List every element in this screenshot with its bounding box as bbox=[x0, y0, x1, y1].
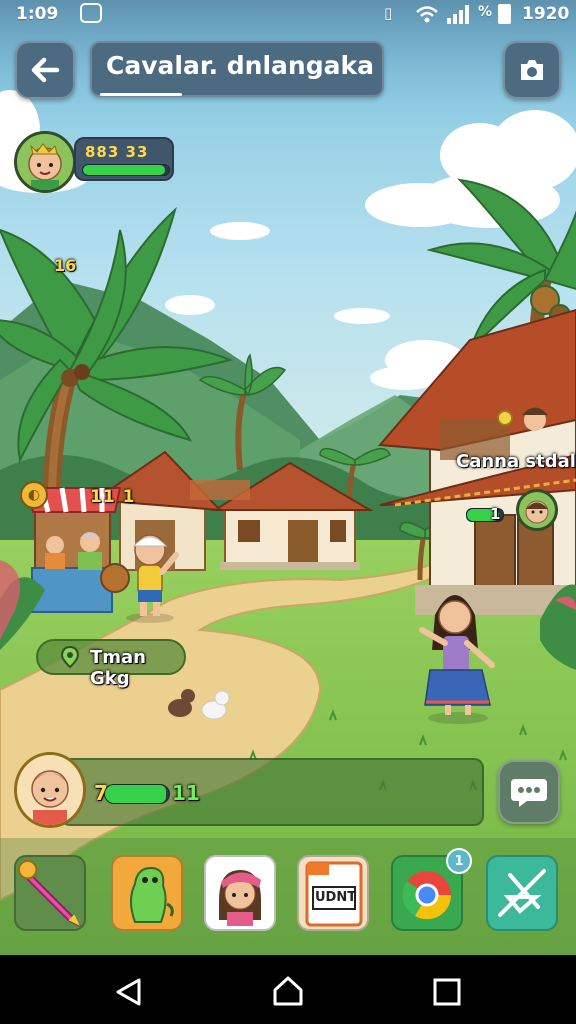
player-avatar[interactable] bbox=[14, 131, 76, 193]
xp-bar bbox=[104, 784, 170, 804]
dock-green-dino[interactable] bbox=[111, 855, 183, 931]
dino-icon bbox=[130, 866, 174, 923]
npc-face-icon bbox=[525, 500, 549, 524]
battery-percent: 1920 bbox=[522, 4, 570, 24]
camera-icon bbox=[521, 60, 543, 80]
dock-pen-tool[interactable] bbox=[14, 855, 86, 931]
title-progress-underline bbox=[100, 93, 182, 96]
arrow-left-icon bbox=[31, 57, 60, 83]
system-nav-bar bbox=[0, 955, 576, 1024]
dock-document-app[interactable]: UDNT bbox=[297, 855, 369, 931]
dock-girl-avatar[interactable] bbox=[204, 855, 276, 931]
player-health-fill bbox=[83, 165, 165, 175]
page-title: Cavalar. dnlangaka bbox=[90, 41, 384, 97]
vibrate-icon: ▯ bbox=[384, 4, 393, 22]
player-health-bar bbox=[82, 164, 170, 176]
tree-badge: 16 bbox=[54, 256, 77, 275]
battery-icon bbox=[498, 4, 511, 24]
browser-badge: 1 bbox=[446, 848, 472, 874]
bottom-player-avatar[interactable] bbox=[14, 752, 86, 828]
data-icon: % bbox=[478, 4, 493, 20]
stall-count: 11 1 bbox=[90, 487, 136, 507]
xp-bar-fill bbox=[105, 785, 166, 803]
dock-map-app[interactable] bbox=[486, 855, 558, 931]
girl-icon bbox=[219, 870, 261, 926]
chat-bubble-icon bbox=[511, 779, 547, 807]
nav-recents-icon[interactable] bbox=[432, 977, 462, 1007]
location-pin-icon bbox=[60, 645, 80, 669]
boy-portrait-icon bbox=[17, 755, 83, 825]
house-npc-name: Canna stdal bbox=[456, 451, 576, 472]
path-label: Tman Gkg bbox=[90, 647, 146, 689]
player-stats-card: 883 33 10 bbox=[74, 137, 174, 181]
house-npc-avatar[interactable] bbox=[516, 489, 558, 531]
level-right: 11 bbox=[172, 781, 200, 805]
boy-face-icon bbox=[17, 134, 73, 190]
house-npc-bar-value: 1 bbox=[490, 505, 501, 523]
status-bar: 1:09 ▯ % 1920 bbox=[0, 0, 576, 30]
status-time: 1:09 bbox=[16, 4, 59, 24]
camera-button[interactable] bbox=[503, 41, 561, 99]
path-label-card[interactable]: Tman Gkg bbox=[36, 639, 186, 689]
document-app-label: UDNT bbox=[315, 890, 357, 905]
chat-button[interactable] bbox=[498, 760, 560, 824]
pen-icon bbox=[17, 859, 81, 927]
notification-app-icon bbox=[80, 3, 102, 23]
nav-home-icon[interactable] bbox=[272, 975, 304, 1007]
wifi-icon bbox=[416, 6, 438, 23]
map-icon bbox=[498, 869, 546, 917]
back-button[interactable] bbox=[15, 41, 75, 99]
stall-coin-icon[interactable]: ◐ bbox=[20, 481, 48, 509]
signal-icon bbox=[447, 5, 469, 24]
nav-back-icon[interactable] bbox=[113, 977, 145, 1007]
